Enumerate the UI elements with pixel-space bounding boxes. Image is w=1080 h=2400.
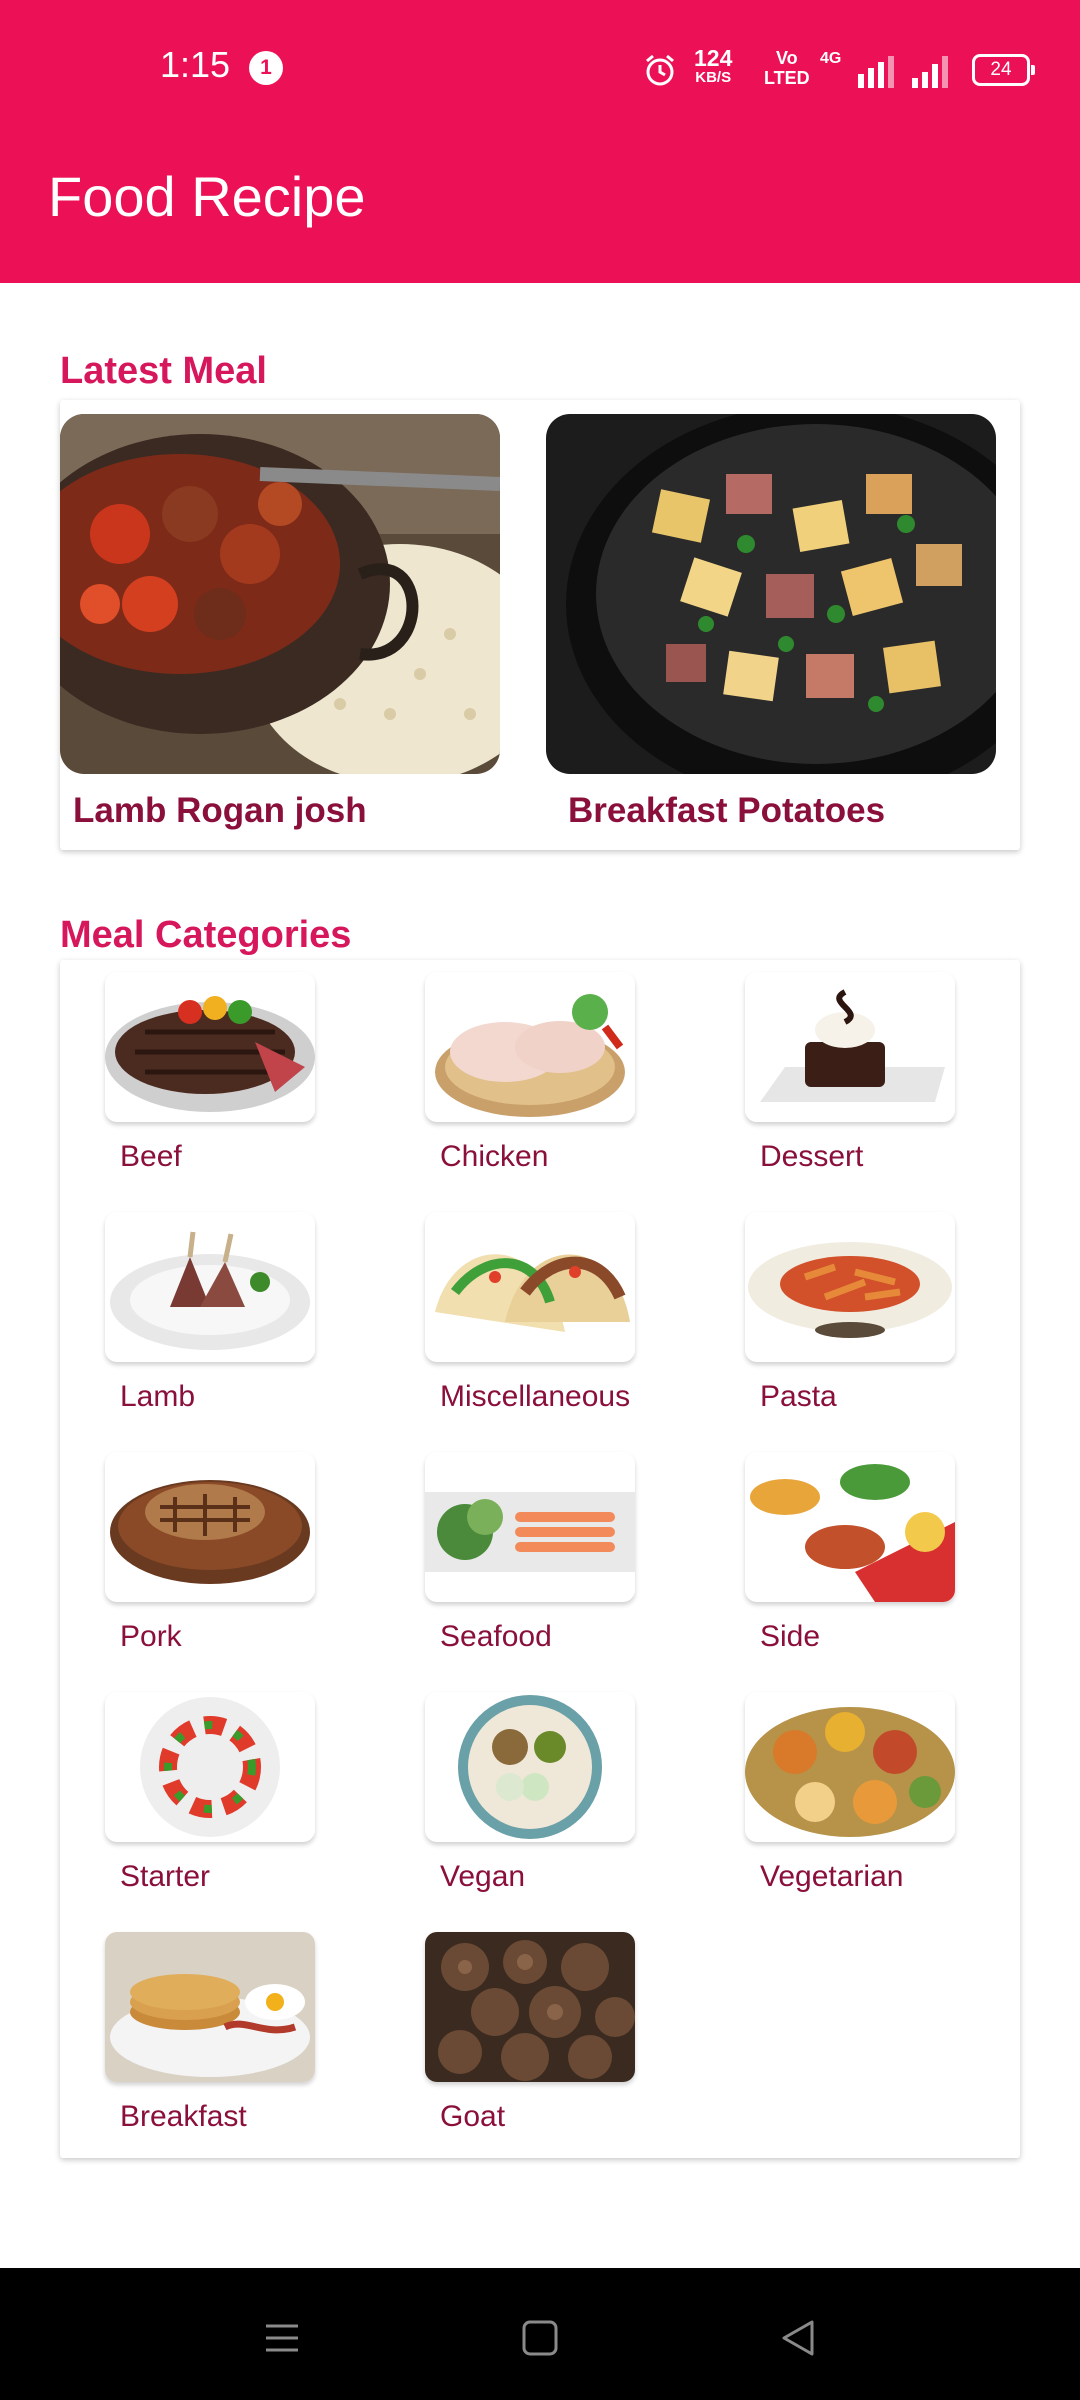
category-label: Starter: [120, 1860, 211, 1893]
network-type: 4G: [820, 50, 842, 67]
starter-image: [140, 1697, 280, 1837]
lamb-image: [110, 1231, 310, 1350]
category-item-breakfast[interactable]: Breakfast: [105, 1920, 365, 2150]
notification-badge: 1: [249, 51, 283, 85]
category-label: Side: [760, 1620, 821, 1653]
dessert-image: [745, 972, 955, 1122]
latest-meal-item[interactable]: Breakfast Potatoes: [546, 414, 996, 830]
breakfast-potatoes-image: [546, 414, 996, 774]
meal-image[interactable]: [60, 414, 500, 774]
category-item-dessert[interactable]: Dessert: [745, 960, 1005, 1190]
meal-image[interactable]: [546, 414, 996, 774]
category-item-beef[interactable]: Beef: [105, 960, 365, 1190]
meal-title[interactable]: Breakfast Potatoes: [568, 791, 885, 831]
network-speed: 124 KB/S: [694, 45, 733, 88]
system-nav-bar: [0, 2268, 1080, 2400]
category-image[interactable]: [425, 1932, 635, 2082]
chicken-image: [435, 994, 625, 1117]
category-label: Seafood: [440, 1620, 552, 1653]
category-image[interactable]: [105, 1452, 315, 1602]
category-label: Miscellaneous: [440, 1380, 631, 1413]
alarm-icon: [646, 54, 674, 86]
category-item-pasta[interactable]: Pasta: [745, 1200, 1005, 1430]
category-label: Lamb: [120, 1380, 196, 1413]
category-item-pork[interactable]: Pork: [105, 1440, 365, 1670]
categories-card: Beef Chicken Dessert Lamb Miscellaneous …: [60, 960, 1020, 2158]
volte-bottom: LTED: [764, 68, 810, 88]
speed-value: 124: [694, 45, 733, 71]
seafood-image: [425, 1492, 635, 1572]
latest-meal-item[interactable]: Lamb Rogan josh: [60, 414, 500, 830]
volte-top: Vo: [776, 48, 798, 68]
category-label: Beef: [120, 1140, 182, 1173]
category-image[interactable]: [745, 1212, 955, 1362]
latest-meal-title: Latest Meal: [60, 350, 267, 392]
lamb-rogan-josh-image: [60, 414, 500, 774]
category-label: Goat: [440, 2100, 506, 2133]
goat-image: [425, 1932, 635, 2082]
meal-categories-title: Meal Categories: [60, 914, 352, 956]
category-label: Dessert: [760, 1140, 864, 1173]
category-image[interactable]: [425, 1452, 635, 1602]
category-image[interactable]: [425, 1692, 635, 1842]
pork-image: [110, 1480, 310, 1584]
data-signal-icon: [858, 56, 894, 88]
meal-title[interactable]: Lamb Rogan josh: [73, 791, 367, 831]
category-item-lamb[interactable]: Lamb: [105, 1200, 365, 1430]
menu-icon[interactable]: [252, 2308, 312, 2368]
side-image: [750, 1464, 955, 1602]
category-label: Chicken: [440, 1140, 549, 1173]
back-icon[interactable]: [768, 2308, 828, 2368]
beef-image: [105, 996, 315, 1112]
signal-icon: [912, 56, 948, 88]
category-item-seafood[interactable]: Seafood: [425, 1440, 685, 1670]
category-item-miscellaneous[interactable]: Miscellaneous: [425, 1200, 685, 1430]
category-image[interactable]: [105, 972, 315, 1122]
latest-meal-card: Lamb Rogan josh Breakfast Potatoes: [60, 400, 1020, 850]
app-title: Food Recipe: [48, 165, 366, 228]
status-time: 1:15: [160, 44, 231, 85]
breakfast-image: [105, 1932, 315, 2082]
category-image[interactable]: [425, 1212, 635, 1362]
volte-indicator: Vo LTED: [764, 48, 810, 88]
category-image[interactable]: [745, 1452, 955, 1602]
category-label: Breakfast: [120, 2100, 247, 2133]
category-item-goat[interactable]: Goat: [425, 1920, 685, 2150]
category-label: Vegetarian: [760, 1860, 904, 1893]
category-label: Vegan: [440, 1860, 526, 1893]
category-label: Pork: [120, 1620, 182, 1653]
category-item-side[interactable]: Side: [745, 1440, 1005, 1670]
category-item-chicken[interactable]: Chicken: [425, 960, 685, 1190]
category-item-vegan[interactable]: Vegan: [425, 1680, 685, 1910]
category-image[interactable]: [105, 1212, 315, 1362]
category-image[interactable]: [105, 1692, 315, 1842]
category-image[interactable]: [105, 1932, 315, 2082]
category-image[interactable]: [425, 972, 635, 1122]
category-item-starter[interactable]: Starter: [105, 1680, 365, 1910]
category-item-vegetarian[interactable]: Vegetarian: [745, 1680, 1005, 1910]
app-bar: 1:15 1 124 KB/S Vo LTED 4G 24 Food Recip…: [0, 0, 1080, 283]
vegetarian-image: [745, 1707, 955, 1837]
pasta-image: [748, 1242, 952, 1338]
speed-unit: KB/S: [695, 69, 732, 86]
battery-icon: 24: [972, 54, 1035, 86]
category-image[interactable]: [745, 1692, 955, 1842]
category-image[interactable]: [745, 972, 955, 1122]
home-icon[interactable]: [510, 2308, 570, 2368]
category-label: Pasta: [760, 1380, 837, 1413]
vegan-image: [458, 1695, 602, 1839]
miscellaneous-image: [435, 1254, 630, 1332]
